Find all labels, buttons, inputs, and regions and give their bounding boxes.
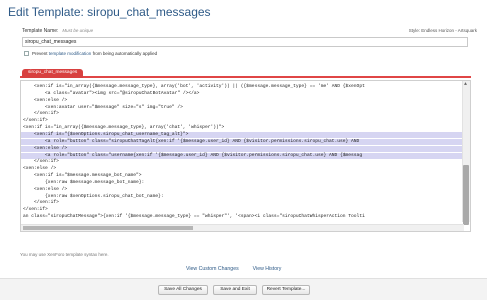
page-title: Edit Template: siropu_chat_messages	[8, 5, 211, 19]
code-line: <a class="avatar"><img src="@siropuChatB…	[23, 90, 200, 96]
code-line: </xen:if>	[23, 118, 48, 124]
bottom-button-bar: Save All Changes Save and Exit Revert Te…	[0, 278, 487, 300]
code-line: {xen:raw $xenOptions.siropu_chat_bot_nam…	[23, 193, 164, 199]
code-line: </xen:if>	[23, 200, 59, 206]
template-tab-bar: siropu_chat_messages	[20, 68, 471, 78]
code-line: <a role="button" class="username{xen:if …	[23, 152, 363, 158]
template-name-row: Template Name: Must be unique Style: Endl…	[22, 28, 477, 36]
code-line: <xen:avatar user="$message" size="s" img…	[23, 104, 183, 110]
code-line: an class="siropuChatMessage">{xen:if '{$…	[23, 214, 365, 220]
scroll-up-arrow-icon[interactable]: ▲	[464, 81, 467, 87]
code-line: </xen:if>	[23, 207, 48, 213]
vertical-scrollbar[interactable]: ▲	[462, 81, 470, 225]
syntax-link[interactable]: syntax	[84, 252, 97, 257]
vertical-scroll-thumb[interactable]	[463, 165, 469, 225]
template-name-input[interactable]	[22, 37, 468, 47]
prevent-modification-row: Prevent template modification from being…	[24, 51, 157, 57]
horizontal-scrollbar[interactable]	[21, 224, 464, 231]
syntax-prefix: You may use XenForo template	[20, 252, 83, 257]
must-be-unique-hint: Must be unique	[62, 28, 94, 33]
code-line: {xen:raw $message.message_bot_name}:	[23, 179, 145, 185]
save-all-changes-button[interactable]: Save All Changes	[158, 285, 208, 295]
code-line: <xen:if is="{$xenOptions.siropu_chat_use…	[23, 131, 189, 137]
code-editor[interactable]: <xen:if is="in_array({$message.message_t…	[20, 80, 471, 232]
prevent-suffix: from being automatically applied	[92, 51, 158, 56]
code-line: <xen:if is="in_array({$message.message_t…	[23, 125, 225, 131]
template-name-label-group: Template Name: Must be unique	[22, 28, 93, 34]
syntax-suffix: here.	[98, 252, 109, 257]
code-line: <xen:if is="$message.message_bot_name">	[23, 173, 142, 179]
selected-line-highlight	[21, 145, 462, 152]
template-modification-link[interactable]: template modification	[49, 51, 92, 56]
code-line: <a role="button" class="siropuChatTagAlt…	[23, 138, 360, 144]
view-links: View Custom Changes View History	[186, 266, 295, 272]
code-line: <xen:else />	[23, 97, 68, 103]
revert-template-button[interactable]: Revert Template...	[262, 285, 310, 295]
template-name-label: Template Name:	[22, 28, 59, 34]
code-line: <xen:else />	[23, 186, 68, 192]
save-and-exit-button[interactable]: Save and Exit	[213, 285, 257, 295]
prevent-prefix: Prevent	[32, 51, 48, 56]
tab-siropu-chat-messages[interactable]: siropu_chat_messages	[22, 69, 84, 78]
view-custom-changes-link[interactable]: View Custom Changes	[186, 266, 239, 272]
code-line: </xen:if>	[23, 111, 59, 117]
style-note: Style: Endless Horizon - Artsquark	[408, 28, 477, 33]
horizontal-scroll-thumb[interactable]	[23, 226, 193, 230]
code-line: <xen:if is="in_array({$message.message_t…	[23, 84, 365, 89]
code-line: <xen:else />	[23, 166, 57, 172]
syntax-note: You may use XenForo template syntax here…	[20, 252, 109, 257]
code-line: <xen:else />	[23, 145, 68, 151]
view-history-link[interactable]: View History	[253, 266, 282, 272]
code-line: </xen:if>	[23, 159, 59, 165]
prevent-modification-checkbox[interactable]	[24, 51, 29, 57]
